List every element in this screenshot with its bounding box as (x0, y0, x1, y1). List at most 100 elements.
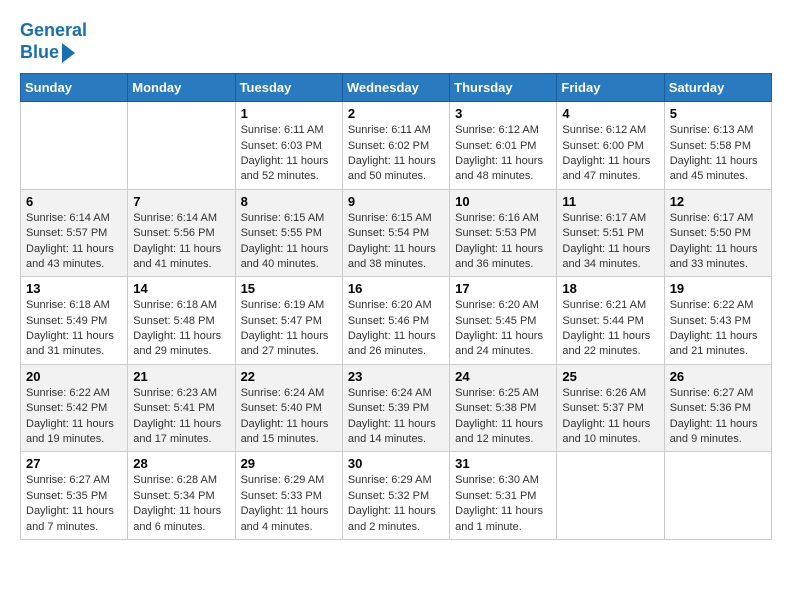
day-number: 27 (26, 456, 122, 471)
day-number: 28 (133, 456, 229, 471)
cell-info: Sunrise: 6:18 AMSunset: 5:49 PMDaylight:… (26, 298, 122, 360)
calendar-cell: 27 Sunrise: 6:27 AMSunset: 5:35 PMDayligh… (21, 452, 128, 540)
cell-info: Sunrise: 6:26 AMSunset: 5:37 PMDaylight:… (562, 386, 658, 448)
calendar-cell: 13 Sunrise: 6:18 AMSunset: 5:49 PMDayligh… (21, 277, 128, 365)
page-header: General Blue (20, 20, 772, 63)
calendar-cell: 26 Sunrise: 6:27 AMSunset: 5:36 PMDayligh… (664, 364, 771, 452)
calendar-week-2: 6 Sunrise: 6:14 AMSunset: 5:57 PMDaylight… (21, 189, 772, 277)
cell-info: Sunrise: 6:15 AMSunset: 5:55 PMDaylight:… (241, 211, 337, 273)
cell-info: Sunrise: 6:29 AMSunset: 5:33 PMDaylight:… (241, 473, 337, 535)
day-number: 2 (348, 106, 444, 121)
weekday-header-friday: Friday (557, 74, 664, 102)
calendar-cell (21, 102, 128, 190)
day-number: 12 (670, 194, 766, 209)
day-number: 17 (455, 281, 551, 296)
day-number: 9 (348, 194, 444, 209)
day-number: 5 (670, 106, 766, 121)
cell-info: Sunrise: 6:27 AMSunset: 5:35 PMDaylight:… (26, 473, 122, 535)
day-number: 15 (241, 281, 337, 296)
cell-info: Sunrise: 6:21 AMSunset: 5:44 PMDaylight:… (562, 298, 658, 360)
calendar-cell: 22 Sunrise: 6:24 AMSunset: 5:40 PMDayligh… (235, 364, 342, 452)
cell-info: Sunrise: 6:12 AMSunset: 6:01 PMDaylight:… (455, 123, 551, 185)
day-number: 24 (455, 369, 551, 384)
day-number: 26 (670, 369, 766, 384)
cell-info: Sunrise: 6:20 AMSunset: 5:46 PMDaylight:… (348, 298, 444, 360)
cell-info: Sunrise: 6:12 AMSunset: 6:00 PMDaylight:… (562, 123, 658, 185)
calendar-cell: 20 Sunrise: 6:22 AMSunset: 5:42 PMDayligh… (21, 364, 128, 452)
day-number: 3 (455, 106, 551, 121)
calendar-cell: 7 Sunrise: 6:14 AMSunset: 5:56 PMDaylight… (128, 189, 235, 277)
calendar-cell: 16 Sunrise: 6:20 AMSunset: 5:46 PMDayligh… (342, 277, 449, 365)
weekday-header-saturday: Saturday (664, 74, 771, 102)
day-number: 13 (26, 281, 122, 296)
calendar-cell: 4 Sunrise: 6:12 AMSunset: 6:00 PMDaylight… (557, 102, 664, 190)
cell-info: Sunrise: 6:19 AMSunset: 5:47 PMDaylight:… (241, 298, 337, 360)
calendar-body: 1Sunrise: 6:11 AMSunset: 6:03 PMDaylight… (21, 102, 772, 540)
calendar-table: SundayMondayTuesdayWednesdayThursdayFrid… (20, 73, 772, 540)
day-number: 16 (348, 281, 444, 296)
day-number: 11 (562, 194, 658, 209)
day-number: 29 (241, 456, 337, 471)
day-number: 21 (133, 369, 229, 384)
calendar-cell (557, 452, 664, 540)
calendar-cell: 12 Sunrise: 6:17 AMSunset: 5:50 PMDayligh… (664, 189, 771, 277)
cell-info: Sunrise: 6:14 AMSunset: 5:56 PMDaylight:… (133, 211, 229, 273)
cell-info: Sunrise: 6:14 AMSunset: 5:57 PMDaylight:… (26, 211, 122, 273)
calendar-cell: 14 Sunrise: 6:18 AMSunset: 5:48 PMDayligh… (128, 277, 235, 365)
calendar-cell: 3 Sunrise: 6:12 AMSunset: 6:01 PMDaylight… (450, 102, 557, 190)
cell-info: Sunrise: 6:23 AMSunset: 5:41 PMDaylight:… (133, 386, 229, 448)
calendar-cell: 31Sunrise: 6:30 AMSunset: 5:31 PMDayligh… (450, 452, 557, 540)
cell-info: Sunrise: 6:25 AMSunset: 5:38 PMDaylight:… (455, 386, 551, 448)
day-number: 19 (670, 281, 766, 296)
calendar-week-4: 20 Sunrise: 6:22 AMSunset: 5:42 PMDayligh… (21, 364, 772, 452)
weekday-header-row: SundayMondayTuesdayWednesdayThursdayFrid… (21, 74, 772, 102)
day-number: 25 (562, 369, 658, 384)
day-number: 22 (241, 369, 337, 384)
cell-info: Sunrise: 6:24 AMSunset: 5:40 PMDaylight:… (241, 386, 337, 448)
calendar-header: SundayMondayTuesdayWednesdayThursdayFrid… (21, 74, 772, 102)
logo: General Blue (20, 20, 87, 63)
calendar-cell: 19Sunrise: 6:22 AMSunset: 5:43 PMDayligh… (664, 277, 771, 365)
calendar-cell: 10Sunrise: 6:16 AMSunset: 5:53 PMDayligh… (450, 189, 557, 277)
calendar-week-5: 27 Sunrise: 6:27 AMSunset: 5:35 PMDayligh… (21, 452, 772, 540)
calendar-cell: 28Sunrise: 6:28 AMSunset: 5:34 PMDayligh… (128, 452, 235, 540)
calendar-cell: 15 Sunrise: 6:19 AMSunset: 5:47 PMDayligh… (235, 277, 342, 365)
logo-arrow (62, 43, 75, 63)
cell-info: Sunrise: 6:17 AMSunset: 5:50 PMDaylight:… (670, 211, 766, 273)
calendar-cell: 5 Sunrise: 6:13 AMSunset: 5:58 PMDaylight… (664, 102, 771, 190)
day-number: 20 (26, 369, 122, 384)
day-number: 14 (133, 281, 229, 296)
cell-info: Sunrise: 6:29 AMSunset: 5:32 PMDaylight:… (348, 473, 444, 535)
cell-info: Sunrise: 6:18 AMSunset: 5:48 PMDaylight:… (133, 298, 229, 360)
calendar-cell: 23 Sunrise: 6:24 AMSunset: 5:39 PMDayligh… (342, 364, 449, 452)
calendar-cell: 21 Sunrise: 6:23 AMSunset: 5:41 PMDayligh… (128, 364, 235, 452)
calendar-cell: 17Sunrise: 6:20 AMSunset: 5:45 PMDayligh… (450, 277, 557, 365)
day-number: 23 (348, 369, 444, 384)
day-number: 4 (562, 106, 658, 121)
day-number: 31 (455, 456, 551, 471)
calendar-week-3: 13 Sunrise: 6:18 AMSunset: 5:49 PMDayligh… (21, 277, 772, 365)
day-number: 1 (241, 106, 337, 121)
day-number: 6 (26, 194, 122, 209)
cell-info: Sunrise: 6:11 AMSunset: 6:02 PMDaylight:… (348, 123, 444, 185)
day-number: 30 (348, 456, 444, 471)
cell-info: Sunrise: 6:27 AMSunset: 5:36 PMDaylight:… (670, 386, 766, 448)
cell-info: Sunrise: 6:15 AMSunset: 5:54 PMDaylight:… (348, 211, 444, 273)
day-number: 7 (133, 194, 229, 209)
calendar-cell: 25 Sunrise: 6:26 AMSunset: 5:37 PMDayligh… (557, 364, 664, 452)
calendar-cell: 29 Sunrise: 6:29 AMSunset: 5:33 PMDayligh… (235, 452, 342, 540)
weekday-header-thursday: Thursday (450, 74, 557, 102)
calendar-cell: 1Sunrise: 6:11 AMSunset: 6:03 PMDaylight… (235, 102, 342, 190)
calendar-week-1: 1Sunrise: 6:11 AMSunset: 6:03 PMDaylight… (21, 102, 772, 190)
day-number: 18 (562, 281, 658, 296)
calendar-cell: 6 Sunrise: 6:14 AMSunset: 5:57 PMDaylight… (21, 189, 128, 277)
calendar-cell: 8Sunrise: 6:15 AMSunset: 5:55 PMDaylight… (235, 189, 342, 277)
calendar-cell: 2 Sunrise: 6:11 AMSunset: 6:02 PMDaylight… (342, 102, 449, 190)
calendar-cell: 18 Sunrise: 6:21 AMSunset: 5:44 PMDayligh… (557, 277, 664, 365)
cell-info: Sunrise: 6:17 AMSunset: 5:51 PMDaylight:… (562, 211, 658, 273)
weekday-header-monday: Monday (128, 74, 235, 102)
cell-info: Sunrise: 6:24 AMSunset: 5:39 PMDaylight:… (348, 386, 444, 448)
weekday-header-sunday: Sunday (21, 74, 128, 102)
cell-info: Sunrise: 6:13 AMSunset: 5:58 PMDaylight:… (670, 123, 766, 185)
cell-info: Sunrise: 6:22 AMSunset: 5:42 PMDaylight:… (26, 386, 122, 448)
